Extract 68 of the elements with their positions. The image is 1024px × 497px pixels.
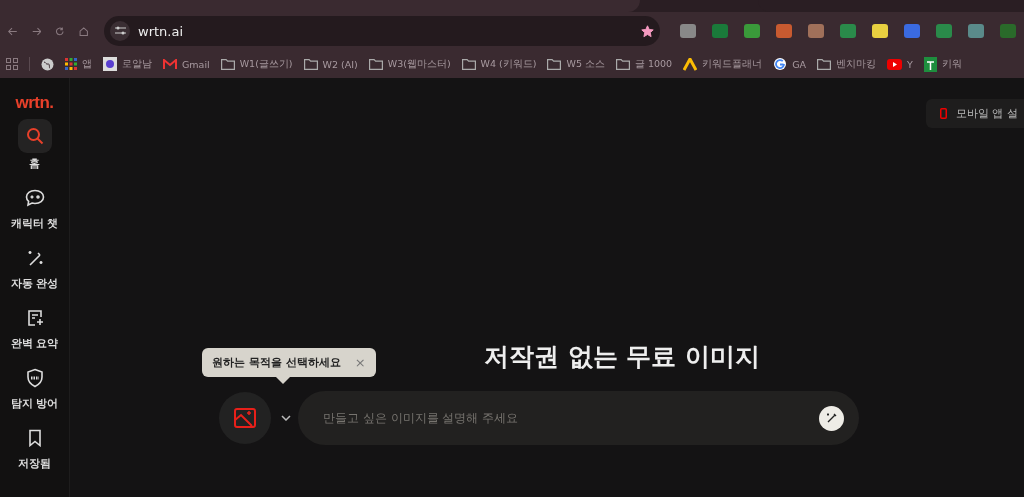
bookmark-label[interactable]: 앱 — [82, 57, 92, 71]
home-button[interactable] — [78, 24, 88, 38]
sidebar-item[interactable]: 완벽 요약 — [10, 337, 59, 351]
site-favicon-icon — [103, 57, 117, 71]
reload-button[interactable] — [55, 24, 65, 38]
document-sparkle-icon — [25, 309, 44, 327]
sidebar-item[interactable]: 탐지 방어 — [10, 397, 59, 411]
address-bar[interactable]: wrtn.ai — [104, 16, 660, 46]
shield-gpt-icon — [24, 368, 45, 388]
folder-icon — [220, 58, 235, 70]
sidebar-item[interactable]: 저장됨 — [18, 457, 51, 471]
image-mode-button[interactable] — [219, 392, 271, 444]
globe-icon[interactable] — [41, 57, 54, 71]
bookmark-label[interactable]: GA — [792, 58, 807, 70]
bookmark-label[interactable]: Y — [907, 58, 913, 70]
bookmark-label[interactable]: W4 (키워드) — [480, 57, 537, 71]
tooltip-text: 원하는 목적을 선택하세요 — [212, 355, 341, 370]
folder-icon — [547, 58, 562, 70]
sidebar-item[interactable]: 홈 — [29, 157, 40, 171]
folder-icon — [303, 58, 318, 70]
extension-icon[interactable] — [744, 24, 760, 38]
bookmark-label[interactable]: 로알남 — [122, 57, 152, 71]
search-icon — [25, 127, 44, 145]
magic-wand-button[interactable] — [819, 405, 844, 431]
close-button[interactable]: × — [354, 355, 366, 370]
bookmark-label[interactable]: 글 1000 — [634, 57, 673, 71]
mail-icon — [163, 58, 177, 70]
g-logo-icon — [773, 57, 788, 71]
forward-button[interactable] — [31, 25, 41, 37]
bookmark-star-icon[interactable] — [641, 24, 654, 38]
phone-icon — [940, 108, 947, 119]
bookmark-label[interactable]: 키워 — [941, 57, 962, 71]
mobile-app-label: 모바일 앱 설 — [956, 106, 1018, 121]
apps-grid-icon — [65, 58, 77, 70]
prompt-input-field[interactable]: 만들고 싶은 이미지를 설명해 주세요 — [298, 391, 859, 445]
wrtn-logo[interactable]: wrtn. — [15, 93, 54, 113]
back-button[interactable] — [8, 25, 18, 37]
folder-icon — [615, 58, 630, 70]
prompt-input[interactable]: 만들고 싶은 이미지를 설명해 주세요 — [321, 410, 819, 426]
page-heading: 저작권 없는 무료 이미지 — [483, 341, 761, 373]
site-settings-icon[interactable] — [110, 21, 130, 41]
bookmark-icon — [26, 429, 43, 447]
extension-icon[interactable] — [968, 24, 984, 38]
extension-icon[interactable] — [680, 24, 696, 38]
bookmark-label[interactable]: 키워드플래너 — [702, 57, 763, 71]
chevron-down-icon[interactable] — [281, 415, 291, 421]
bookmark-label[interactable]: Gmail — [182, 58, 210, 70]
folder-icon — [817, 58, 832, 70]
bookmark-label[interactable]: W3(웹마스터) — [387, 57, 451, 71]
chat-gamepad-icon — [24, 189, 45, 207]
folder-icon — [368, 58, 383, 70]
sheet-icon — [923, 56, 937, 72]
sidebar-item[interactable]: 자동 완성 — [10, 277, 59, 291]
magic-wand-icon — [825, 412, 838, 424]
apps-grid-icon[interactable] — [6, 58, 18, 70]
bookmark-label[interactable]: 벤치마킹 — [836, 57, 877, 71]
bookmark-label[interactable]: W1(글쓰기) — [239, 57, 293, 71]
image-icon — [234, 408, 256, 428]
url-text: wrtn.ai — [138, 23, 185, 39]
sidebar-item[interactable]: 캐릭터 챗 — [10, 217, 59, 231]
play-logo-icon — [887, 58, 903, 70]
mobile-app-button[interactable]: 모바일 앱 설 — [926, 99, 1024, 128]
folder-icon — [461, 58, 476, 70]
bookmark-label[interactable]: W2 (AI) — [322, 58, 358, 70]
triangle-logo-icon — [683, 57, 698, 71]
extension-icon[interactable] — [872, 24, 888, 38]
selected-item-background[interactable] — [17, 119, 52, 153]
bookmark-label[interactable]: W5 소스 — [566, 57, 605, 71]
